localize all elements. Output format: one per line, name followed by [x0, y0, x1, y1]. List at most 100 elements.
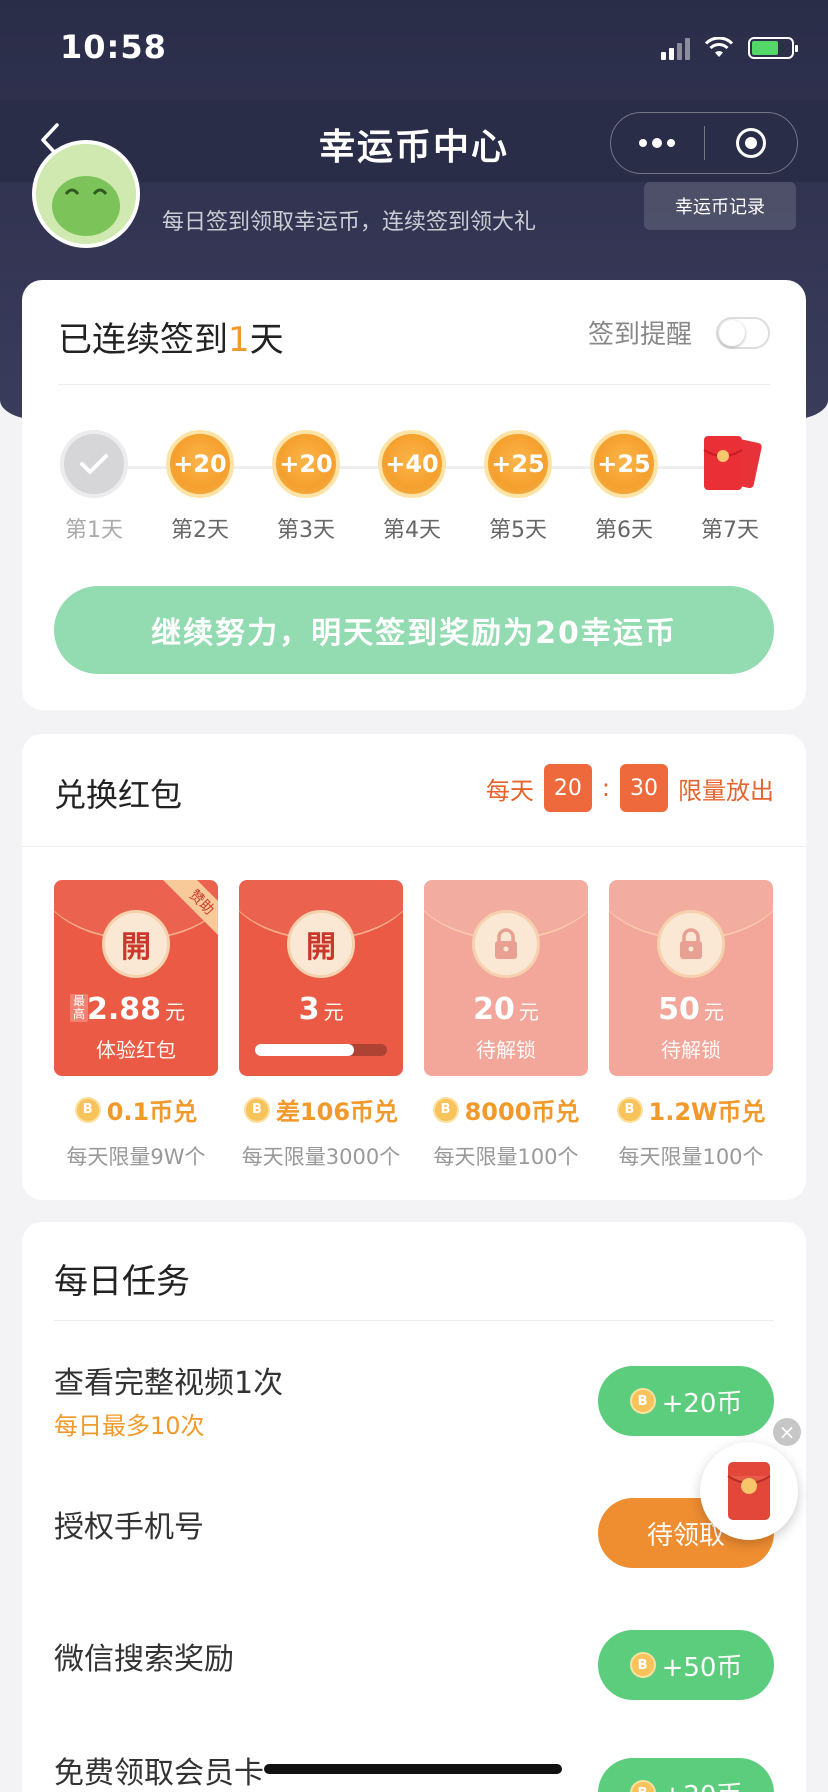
checkin-title: 已连续签到1天 [58, 312, 284, 361]
amount-unit: 元 [165, 1000, 186, 1024]
day-reward-coin: +20 [272, 430, 340, 498]
task-reward-button[interactable]: B+20币 [598, 1366, 774, 1436]
checkin-card: 已连续签到1天 签到提醒 第1天 +20 第2天 +20 第3天 +40 第4天… [22, 280, 806, 710]
task-name: 免费领取会员卡 [54, 1756, 264, 1791]
packet-cost: B 1.2W币兑 [616, 1092, 766, 1127]
wifi-icon [704, 37, 734, 59]
red-packet-card[interactable]: 開 3元 [239, 880, 403, 1076]
packet-limit: 每天限量3000个 [241, 1145, 401, 1169]
lock-icon [472, 910, 540, 978]
red-packet-card[interactable]: 50 元 待解锁 [609, 880, 773, 1076]
packet-cost: B 0.1币兑 [74, 1092, 198, 1127]
divider [58, 384, 770, 385]
packet-subtitle: 体验红包 [96, 1038, 176, 1062]
cost-text: 差106币兑 [275, 1098, 399, 1126]
amount-unit: 元 [323, 1000, 344, 1024]
open-seal-icon: 開 [287, 910, 355, 978]
day-label: 第1天 [65, 518, 123, 543]
release-hour: 20 [543, 764, 592, 812]
checkin-days-row: 第1天 +20 第2天 +20 第3天 +40 第4天 +25 第5天 +25 … [52, 430, 776, 550]
release-suffix: 限量放出 [678, 776, 774, 805]
packet-limit: 每天限量100个 [618, 1145, 764, 1169]
task-button-label: +50币 [661, 1652, 743, 1683]
coin-icon: B [616, 1096, 643, 1123]
exchange-card: 兑换红包 每天 20 : 30 限量放出 赞助 開 最高 2.88 元 体验红包 … [22, 734, 806, 1200]
checkin-reminder: 签到提醒 [588, 314, 770, 351]
float-close-button[interactable]: × [773, 1418, 801, 1446]
day-item: +40 第4天 [372, 430, 452, 544]
cellular-signal-icon [661, 36, 690, 60]
task-name: 查看完整视频1次 [54, 1366, 284, 1401]
packet-limit: 每天限量9W个 [66, 1145, 206, 1169]
packet-amount: 3元 [239, 992, 403, 1027]
day-reward-coin: +25 [484, 430, 552, 498]
checkin-continue-button[interactable]: 继续努力，明天签到奖励为20幸运币 [54, 586, 774, 674]
exchange-progress-bar [255, 1044, 387, 1056]
task-reward-button[interactable]: B+20币 [598, 1758, 774, 1792]
checked-icon [60, 430, 128, 498]
coin-record-button[interactable]: 幸运币记录 [644, 182, 796, 230]
red-packet-icon [727, 1462, 771, 1520]
checkin-title-prefix: 已连续签到 [58, 320, 228, 360]
divider [54, 1320, 774, 1321]
coin-icon: B [629, 1388, 656, 1414]
packet-cost: B 差106币兑 [243, 1092, 399, 1127]
amount-value: 2.88 [86, 992, 162, 1027]
red-packet-item[interactable]: 50 元 待解锁 B 1.2W币兑 每天限量100个 [609, 880, 773, 1171]
daily-tasks-card: 每日任务 查看完整视频1次 每日最多10次 B +20币 授权手机号 待领取 微信… [22, 1222, 806, 1792]
day-item: +20 第3天 [266, 430, 346, 544]
amount-unit: 元 [518, 1000, 539, 1024]
task-name: 授权手机号 [54, 1510, 204, 1545]
day-reward-coin: +20 [166, 430, 234, 498]
packet-limit: 每天限量100个 [433, 1145, 579, 1169]
task-row: 授权手机号 待领取 [54, 1484, 774, 1584]
coin-icon: B [74, 1096, 101, 1123]
tasks-title: 每日任务 [54, 1262, 190, 1302]
day-item: +25 第5天 [478, 430, 558, 544]
amount-value: 20 [473, 992, 515, 1027]
status-time: 10:58 [60, 28, 167, 66]
release-prefix: 每天 [485, 776, 534, 805]
day-item: +25 第6天 [584, 430, 664, 544]
day-reward-coin: +25 [590, 430, 658, 498]
coin-icon: B [629, 1652, 656, 1678]
cost-text: 8000币兑 [464, 1098, 580, 1126]
coin-icon: B [629, 1780, 656, 1792]
packet-cost: B 8000币兑 [432, 1092, 580, 1127]
home-indicator[interactable] [264, 1764, 562, 1774]
red-packet-card[interactable]: 赞助 開 最高 2.88 元 体验红包 [54, 880, 218, 1076]
day-label: 第6天 [595, 518, 653, 543]
release-colon: : [601, 774, 610, 802]
red-packet-list: 赞助 開 最高 2.88 元 体验红包 B 0.1币兑 每天限量9W个 開 3元 B… [54, 880, 773, 1171]
red-packet-item[interactable]: 開 3元 B 差106币兑 每天限量3000个 [239, 880, 403, 1171]
reminder-label: 签到提醒 [587, 320, 692, 350]
day-item: 第1天 [54, 430, 134, 544]
cost-text: 1.2W币兑 [648, 1098, 766, 1126]
day-item: 第7天 [690, 430, 770, 544]
cost-text: 0.1币兑 [106, 1098, 198, 1126]
red-packet-card[interactable]: 20 元 待解锁 [424, 880, 588, 1076]
avatar[interactable] [32, 140, 140, 248]
task-note: 每日最多10次 [54, 1412, 205, 1440]
status-icons [661, 36, 798, 60]
packet-amount: 50 元 [609, 992, 773, 1027]
miniprogram-capsule [610, 112, 798, 174]
coin-icon: B [243, 1096, 270, 1123]
exchange-progress-fill [255, 1044, 354, 1056]
floating-red-packet[interactable] [700, 1442, 798, 1540]
red-packet-item[interactable]: 20 元 待解锁 B 8000币兑 每天限量100个 [424, 880, 588, 1171]
reminder-toggle[interactable] [716, 316, 770, 349]
more-button[interactable] [611, 113, 704, 173]
red-packet-item[interactable]: 赞助 開 最高 2.88 元 体验红包 B 0.1币兑 每天限量9W个 [54, 880, 218, 1171]
day-label: 第7天 [701, 518, 759, 543]
packet-subtitle: 待解锁 [476, 1038, 536, 1062]
task-reward-button[interactable]: B +50币 [598, 1630, 774, 1700]
close-miniprogram-button[interactable] [705, 113, 798, 173]
task-button-label: +20币 [661, 1388, 743, 1419]
amount-value: 3 [298, 992, 320, 1027]
day-label: 第3天 [277, 518, 335, 543]
page: 10:58 幸运币中心 每日签到领取幸运币，连续签到领大礼 幸运币记录 已连续签… [0, 0, 828, 1792]
open-seal-icon: 開 [102, 910, 170, 978]
task-name: 微信搜索奖励 [54, 1642, 234, 1677]
day-label: 第4天 [383, 518, 441, 543]
